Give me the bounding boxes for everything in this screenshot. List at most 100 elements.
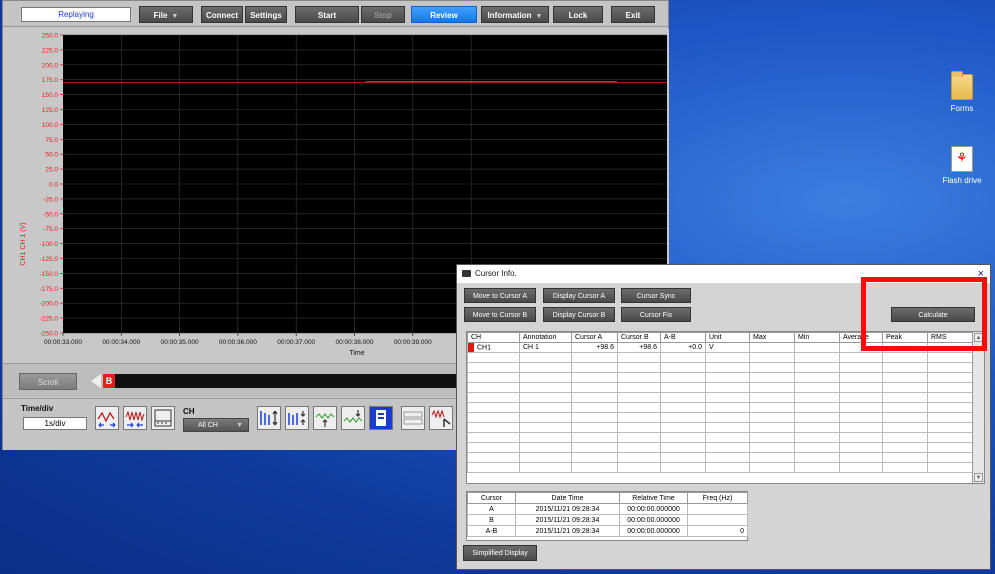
y-tick-label: 100.0 — [42, 122, 59, 129]
cursor-fix-button[interactable]: Cursor Fix — [621, 307, 691, 322]
graph-settings-icon[interactable] — [369, 406, 393, 430]
y-tick-label: -225.0 — [40, 316, 59, 323]
y-tick-label: -75.0 — [43, 226, 58, 233]
simplified-display-button[interactable]: Simplified Display — [463, 545, 537, 561]
waveform-fit-icon[interactable] — [151, 406, 175, 430]
table-cell — [927, 402, 973, 413]
information-menu-button[interactable]: Information ▼ — [481, 6, 549, 23]
channel-select[interactable]: All CH ▼ — [183, 418, 249, 432]
table-row[interactable] — [467, 442, 973, 453]
cursor-value-icon[interactable] — [401, 406, 425, 430]
table-cell: V — [705, 342, 750, 353]
table-cell: B — [467, 514, 516, 526]
table-cell — [519, 422, 572, 433]
column-header[interactable]: CH — [467, 332, 520, 343]
table-cell — [749, 462, 795, 473]
cursor-info-icon[interactable] — [429, 406, 453, 430]
table-row[interactable] — [467, 362, 973, 373]
column-header[interactable]: Cursor B — [617, 332, 661, 343]
cursor-sync-button[interactable]: Cursor Sync — [621, 288, 691, 303]
desktop-icon-forms[interactable]: Forms — [932, 71, 992, 113]
table-scrollbar[interactable]: ▲ ▼ — [972, 332, 984, 483]
table-cell — [467, 442, 520, 453]
table-row[interactable] — [467, 392, 973, 403]
settings-button[interactable]: Settings — [245, 6, 287, 23]
table-cell — [794, 352, 840, 363]
table-cell — [660, 422, 706, 433]
scroll-down-icon[interactable]: ▼ — [974, 473, 983, 482]
toolbar: Replaying File ▼ Connect Settings Start S… — [3, 1, 668, 27]
scroll-button[interactable]: Scroll — [19, 373, 77, 390]
column-header[interactable]: Min — [794, 332, 840, 343]
stop-button[interactable]: Stop — [361, 6, 405, 23]
table-cell — [794, 402, 840, 413]
table-cell — [749, 452, 795, 463]
table-cell: CH 1 — [519, 342, 572, 353]
column-header[interactable]: A-B — [660, 332, 706, 343]
table-cell — [617, 402, 661, 413]
table-row[interactable] — [467, 402, 973, 413]
pdf-icon — [951, 146, 973, 172]
table-cell — [794, 462, 840, 473]
cursor-b-marker[interactable]: B — [103, 374, 115, 388]
table-cell — [519, 372, 572, 383]
desktop-icon-flash-drive[interactable]: Flash drive — [932, 146, 992, 185]
table-cell — [882, 352, 928, 363]
table-cell — [882, 402, 928, 413]
table-row[interactable] — [467, 422, 973, 433]
y-tick-label: 150.0 — [42, 92, 59, 99]
y-tick-label: 75.0 — [45, 137, 58, 144]
connect-button[interactable]: Connect — [201, 6, 243, 23]
table-cell: +0.0 — [660, 342, 706, 353]
position-up-icon[interactable] — [313, 406, 337, 430]
x-tick-label: 00:00:37.000 — [277, 339, 315, 346]
table-row: A-B 2015/11/21 09:28:34 00:00:00.000000 0 — [467, 525, 748, 537]
timediv-field[interactable]: 1s/div — [23, 417, 87, 430]
display-cursor-b-button[interactable]: Display Cursor B — [543, 307, 615, 322]
table-cell — [882, 372, 928, 383]
table-row[interactable] — [467, 452, 973, 463]
table-row[interactable] — [467, 462, 973, 473]
channel-select-value: All CH — [198, 422, 218, 429]
column-header[interactable]: Cursor A — [571, 332, 618, 343]
table-row[interactable] — [467, 382, 973, 393]
waveform-zoom-in-icon[interactable] — [123, 406, 147, 430]
column-header[interactable]: Max — [749, 332, 795, 343]
chevron-down-icon: ▼ — [171, 13, 179, 20]
table-cell — [571, 412, 618, 423]
table-cell — [749, 442, 795, 453]
table-cell — [749, 342, 795, 353]
table-row[interactable] — [467, 352, 973, 363]
review-button[interactable]: Review — [411, 6, 477, 23]
exit-button[interactable]: Exit — [611, 6, 655, 23]
column-header[interactable]: Unit — [705, 332, 750, 343]
table-cell — [617, 352, 661, 363]
information-label: Information — [487, 11, 532, 20]
table-row[interactable] — [467, 412, 973, 423]
amplitude-expand-icon[interactable] — [257, 406, 281, 430]
start-button[interactable]: Start — [295, 6, 359, 23]
column-header: Relative Time — [619, 492, 688, 504]
lock-button[interactable]: Lock — [553, 6, 603, 23]
table-cell — [660, 442, 706, 453]
move-to-cursor-a-button[interactable]: Move to Cursor A — [464, 288, 536, 303]
table-cell — [519, 362, 572, 373]
amplitude-shrink-icon[interactable] — [285, 406, 309, 430]
table-cell — [839, 372, 883, 383]
table-cell — [705, 442, 750, 453]
table-cell — [839, 352, 883, 363]
waveform-zoom-out-icon[interactable] — [95, 406, 119, 430]
x-tick-label: 00:00:33.000 — [44, 339, 82, 346]
table-cell — [519, 402, 572, 413]
table-cell — [467, 462, 520, 473]
table-row[interactable] — [467, 432, 973, 443]
table-cell: A-B — [467, 525, 516, 537]
table-cell: +98.6 — [571, 342, 618, 353]
file-menu-button[interactable]: File ▼ — [139, 6, 193, 23]
position-down-icon[interactable] — [341, 406, 365, 430]
table-row[interactable] — [467, 372, 973, 383]
scroll-left-arrow-icon[interactable] — [91, 374, 101, 388]
display-cursor-a-button[interactable]: Display Cursor A — [543, 288, 615, 303]
column-header[interactable]: Annotation — [519, 332, 572, 343]
move-to-cursor-b-button[interactable]: Move to Cursor B — [464, 307, 536, 322]
